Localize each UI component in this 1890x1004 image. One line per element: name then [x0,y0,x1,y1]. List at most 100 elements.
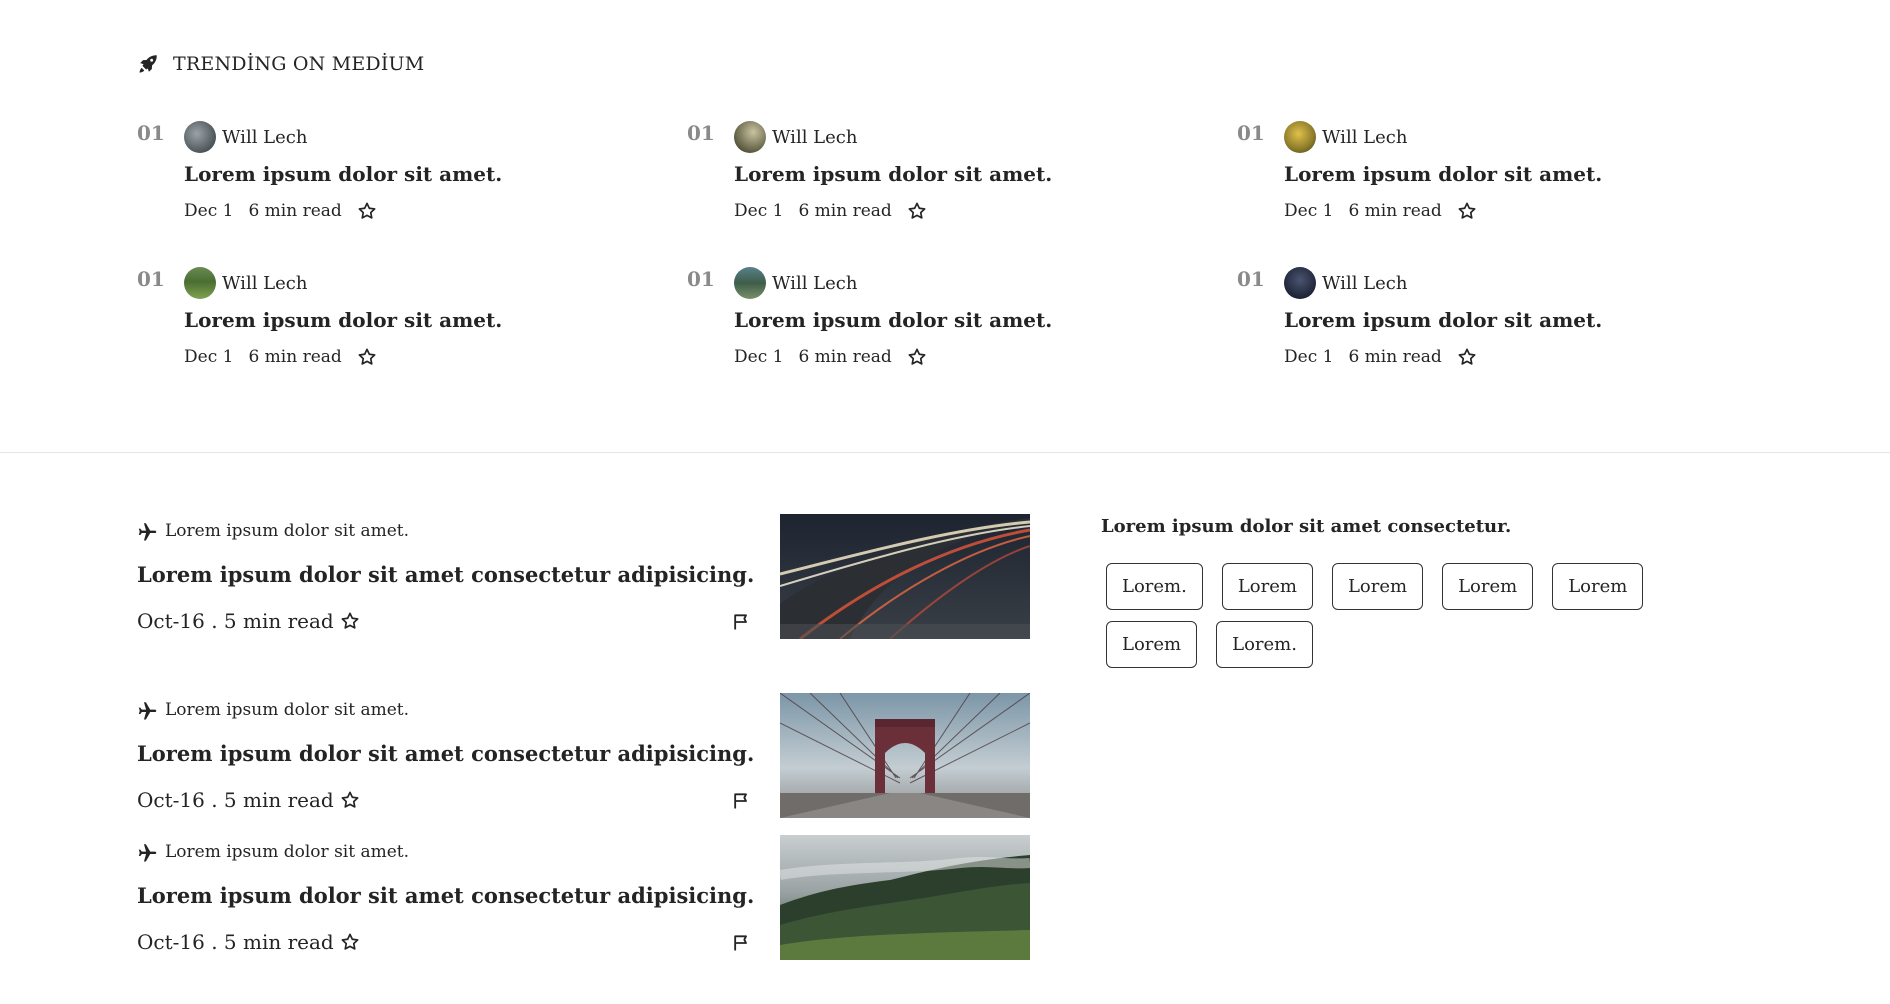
tag-list: Lorem. Lorem Lorem Lorem Lorem Lorem Lor… [1106,563,1746,668]
post-topic-label[interactable]: Lorem ipsum dolor sit amet. [165,842,409,862]
story-date: Dec 1 [184,201,234,221]
post-meta: Oct-16 . 5 min read [137,788,360,812]
post-thumbnail-light-trails[interactable] [780,514,1030,639]
author-name[interactable]: Will Lech [772,273,857,294]
trending-item[interactable]: 01 Will Lech Lorem ipsum dolor sit amet.… [1237,267,1757,397]
story-date: Dec 1 [184,347,234,367]
star-icon[interactable] [357,201,377,221]
story-meta: Dec 1 6 min read [734,347,927,367]
trending-rank: 01 [1237,267,1265,291]
post-date-readtime: Oct-16 . 5 min read [137,930,334,954]
post-card[interactable]: Lorem ipsum dolor sit amet. Lorem ipsum … [137,514,1032,660]
avatar[interactable] [734,267,766,299]
tag-button[interactable]: Lorem [1442,563,1534,610]
trending-rank: 01 [687,267,715,291]
read-time: 6 min read [248,201,342,221]
story-meta: Dec 1 6 min read [184,201,377,221]
author[interactable]: Will Lech [1284,267,1407,299]
trending-item[interactable]: 01 Will Lech Lorem ipsum dolor sit amet.… [687,121,1207,251]
star-icon[interactable] [1457,201,1477,221]
avatar[interactable] [1284,267,1316,299]
post-topic-label[interactable]: Lorem ipsum dolor sit amet. [165,700,409,720]
star-icon[interactable] [357,347,377,367]
post-topic-label[interactable]: Lorem ipsum dolor sit amet. [165,521,409,541]
airplane-icon [137,841,159,863]
trending-item[interactable]: 01 Will Lech Lorem ipsum dolor sit amet.… [687,267,1207,397]
read-time: 6 min read [1348,201,1442,221]
story-meta: Dec 1 6 min read [1284,201,1477,221]
story-date: Dec 1 [734,201,784,221]
story-title[interactable]: Lorem ipsum dolor sit amet. [184,162,502,186]
post-title[interactable]: Lorem ipsum dolor sit amet consectetur a… [137,562,754,587]
avatar[interactable] [734,121,766,153]
tag-button[interactable]: Lorem [1221,563,1313,610]
story-title[interactable]: Lorem ipsum dolor sit amet. [1284,162,1602,186]
post-card[interactable]: Lorem ipsum dolor sit amet. Lorem ipsum … [137,835,1032,981]
read-time: 6 min read [1348,347,1442,367]
author[interactable]: Will Lech [734,121,857,153]
bookmark-flag-icon[interactable] [731,612,751,632]
story-date: Dec 1 [734,347,784,367]
story-title[interactable]: Lorem ipsum dolor sit amet. [1284,308,1602,332]
avatar[interactable] [184,121,216,153]
post-topic[interactable]: Lorem ipsum dolor sit amet. [137,699,409,721]
story-title[interactable]: Lorem ipsum dolor sit amet. [734,308,1052,332]
post-topic[interactable]: Lorem ipsum dolor sit amet. [137,841,409,863]
post-title[interactable]: Lorem ipsum dolor sit amet consectetur a… [137,883,754,908]
story-meta: Dec 1 6 min read [734,201,927,221]
post-topic[interactable]: Lorem ipsum dolor sit amet. [137,520,409,542]
star-icon[interactable] [1457,347,1477,367]
author[interactable]: Will Lech [184,267,307,299]
star-icon[interactable] [340,932,360,952]
trending-rank: 01 [137,267,165,291]
read-time: 6 min read [248,347,342,367]
post-thumbnail-forest[interactable] [780,835,1030,960]
story-meta: Dec 1 6 min read [1284,347,1477,367]
author[interactable]: Will Lech [184,121,307,153]
trending-item[interactable]: 01 Will Lech Lorem ipsum dolor sit amet.… [1237,121,1757,251]
author[interactable]: Will Lech [734,267,857,299]
trending-item[interactable]: 01 Will Lech Lorem ipsum dolor sit amet.… [137,267,657,397]
author-name[interactable]: Will Lech [1322,273,1407,294]
star-icon[interactable] [907,347,927,367]
post-thumbnail-bridge[interactable] [780,693,1030,818]
tag-button[interactable]: Lorem [1331,563,1424,610]
story-title[interactable]: Lorem ipsum dolor sit amet. [184,308,502,332]
author-name[interactable]: Will Lech [772,127,857,148]
author[interactable]: Will Lech [1284,121,1407,153]
rocket-icon [137,53,159,75]
trending-rank: 01 [137,121,165,145]
story-title[interactable]: Lorem ipsum dolor sit amet. [734,162,1052,186]
trending-rank: 01 [1237,121,1265,145]
tag-button[interactable]: Lorem. [1106,563,1203,610]
trending-header: TRENDİNG ON MEDİUM [137,53,424,75]
airplane-icon [137,520,159,542]
post-title[interactable]: Lorem ipsum dolor sit amet consectetur a… [137,741,754,766]
tag-button[interactable]: Lorem [1106,621,1198,668]
tag-button[interactable]: Lorem [1552,563,1644,610]
star-icon[interactable] [907,201,927,221]
post-meta: Oct-16 . 5 min read [137,930,360,954]
avatar[interactable] [184,267,216,299]
story-meta: Dec 1 6 min read [184,347,377,367]
author-name[interactable]: Will Lech [222,127,307,148]
section-divider [0,452,1890,453]
tag-button[interactable]: Lorem. [1216,621,1313,668]
author-name[interactable]: Will Lech [1322,127,1407,148]
post-date-readtime: Oct-16 . 5 min read [137,609,334,633]
star-icon[interactable] [340,611,360,631]
post-meta: Oct-16 . 5 min read [137,609,360,633]
trending-rank: 01 [687,121,715,145]
trending-item[interactable]: 01 Will Lech Lorem ipsum dolor sit amet.… [137,121,657,251]
story-date: Dec 1 [1284,201,1334,221]
post-date-readtime: Oct-16 . 5 min read [137,788,334,812]
author-name[interactable]: Will Lech [222,273,307,294]
trending-title: TRENDİNG ON MEDİUM [173,53,425,75]
avatar[interactable] [1284,121,1316,153]
story-date: Dec 1 [1284,347,1334,367]
bookmark-flag-icon[interactable] [731,791,751,811]
read-time: 6 min read [798,347,892,367]
star-icon[interactable] [340,790,360,810]
bookmark-flag-icon[interactable] [731,933,751,953]
post-card[interactable]: Lorem ipsum dolor sit amet. Lorem ipsum … [137,693,1032,839]
